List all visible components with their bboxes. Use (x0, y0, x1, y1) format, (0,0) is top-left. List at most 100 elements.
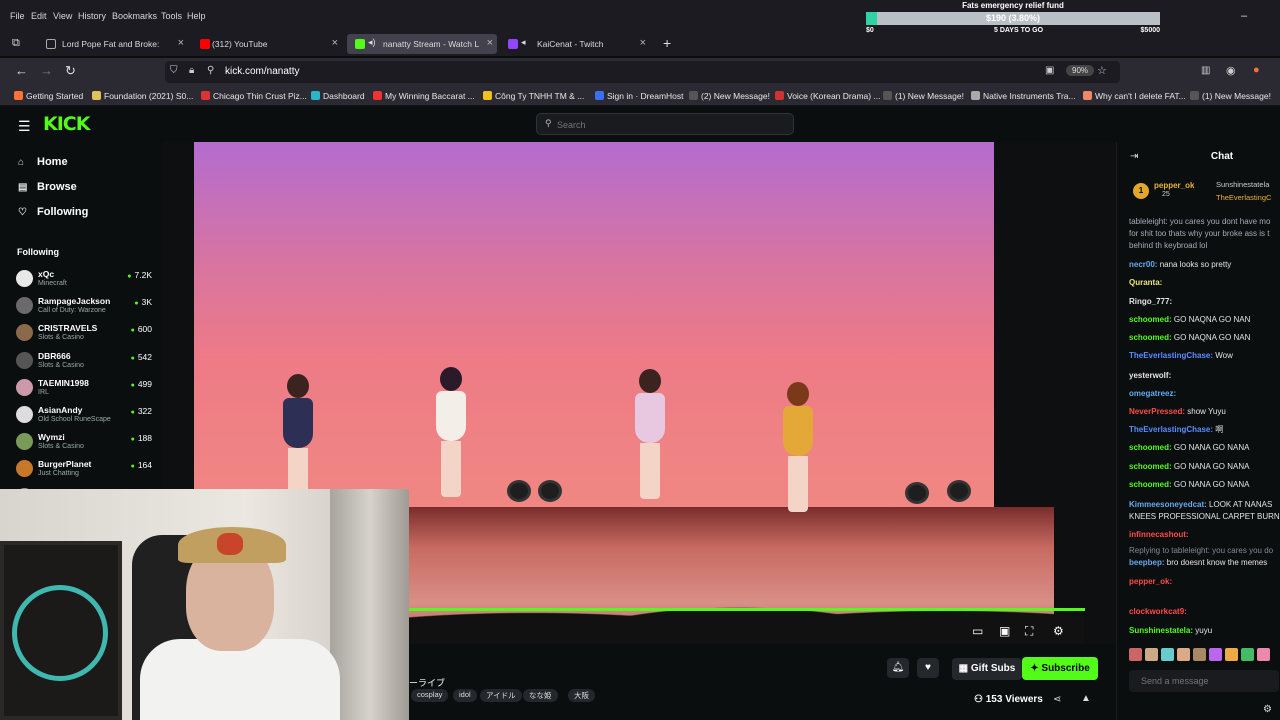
menu-history[interactable]: History (78, 11, 106, 21)
shield-icon[interactable]: ⛉ (170, 65, 178, 76)
followed-channel[interactable]: WymziSlots & Casino 188 (16, 431, 156, 457)
zoom-level[interactable]: 90% (1066, 65, 1095, 76)
followed-channel[interactable]: BurgerPlanetJust Chatting 164 (16, 458, 156, 484)
notification-bell-button[interactable]: 🔔︎ (887, 658, 909, 678)
muted-speaker-icon[interactable]: ◂ (521, 37, 526, 48)
tab-overview-icon[interactable]: ⧉ (12, 37, 20, 50)
new-tab-icon[interactable]: + (663, 35, 671, 51)
chat-username[interactable]: Kimmeesoneyedcat: (1129, 500, 1207, 509)
emote-icon[interactable] (1161, 648, 1174, 661)
clip-icon[interactable]: ▭ (972, 624, 983, 638)
reload-icon[interactable]: ↻ (65, 63, 76, 79)
bookmark-item[interactable]: Why can't I delete FAT... (1083, 91, 1186, 101)
tag-idol-jp[interactable]: アイドル (480, 689, 522, 702)
subscribe-button[interactable]: ✦ Subscribe (1022, 657, 1098, 680)
tab-lord-pope[interactable]: Lord Pope Fat and Broke: Saigo × (38, 34, 188, 54)
report-icon[interactable]: ▲ (1081, 693, 1091, 704)
chat-username[interactable]: Ringo_777: (1129, 297, 1172, 306)
gifter-3-name[interactable]: TheEverlastingC (1216, 193, 1271, 202)
tag-osaka[interactable]: 大阪 (568, 689, 595, 702)
followed-channel[interactable]: AsianAndyOld School RuneScape 322 (16, 404, 156, 430)
chat-username[interactable]: clockworkcat9: (1129, 607, 1187, 616)
nav-browse[interactable]: ▤ Browse (18, 181, 77, 193)
menu-file[interactable]: File (10, 11, 25, 21)
menu-bookmarks[interactable]: Bookmarks (112, 11, 157, 21)
gift-subs-button[interactable]: ▦ Gift Subs (952, 658, 1022, 680)
video-progress-bar[interactable] (409, 608, 1085, 611)
extension-icon[interactable]: ● (1253, 64, 1260, 76)
bookmark-item[interactable]: Voice (Korean Drama) ... (775, 91, 881, 101)
search-box[interactable]: ⚲ (536, 113, 794, 135)
tag-idol[interactable]: idol (453, 689, 477, 702)
share-icon[interactable]: ⋖ (1053, 694, 1061, 705)
emote-icon[interactable] (1225, 648, 1238, 661)
tag-cosplay[interactable]: cosplay (411, 689, 449, 702)
emote-icon[interactable] (1241, 648, 1254, 661)
chat-username[interactable]: beepbep: (1129, 558, 1165, 567)
settings-gear-icon[interactable]: ⚙ (1053, 624, 1064, 638)
chat-username[interactable]: Quranta: (1129, 278, 1162, 287)
chat-username[interactable]: TheEverlastingChase: (1129, 351, 1213, 360)
speaker-icon[interactable]: ◂) (368, 37, 376, 48)
chat-settings-icon[interactable]: ⚙ (1263, 704, 1272, 715)
minimize-icon[interactable]: – (1241, 10, 1247, 22)
close-icon[interactable]: × (332, 37, 338, 49)
chat-username[interactable]: yesterwolf: (1129, 371, 1171, 380)
bookmark-item[interactable]: (1) New Message! (883, 91, 964, 101)
followed-channel[interactable]: DBR666Slots & Casino 542 (16, 350, 156, 376)
close-icon[interactable]: × (487, 37, 493, 49)
tab-nanatty[interactable]: ◂) nanatty Stream - Watch Live × (347, 34, 497, 54)
emote-icon[interactable] (1257, 648, 1270, 661)
nav-following[interactable]: ♡ Following (18, 206, 88, 218)
close-icon[interactable]: × (640, 37, 646, 49)
followed-channel[interactable]: RampageJacksonCall of Duty: Warzone 3K (16, 295, 156, 321)
search-input[interactable] (557, 117, 777, 132)
chat-input[interactable] (1129, 670, 1279, 692)
gifter-2-name[interactable]: Sunshinestatela (1216, 180, 1269, 189)
close-icon[interactable]: × (178, 37, 184, 49)
chat-username[interactable]: schoomed: (1129, 315, 1172, 324)
bookmark-item[interactable]: Chicago Thin Crust Piz... (201, 91, 307, 101)
chat-username[interactable]: TheEverlastingChase: (1129, 425, 1213, 434)
emote-icon[interactable] (1209, 648, 1222, 661)
url-text[interactable]: kick.com/nanatty (225, 66, 299, 77)
chat-username[interactable]: infinnecashout: (1129, 530, 1189, 539)
follow-heart-button[interactable]: ♥ (917, 658, 939, 678)
emote-icon[interactable] (1129, 648, 1142, 661)
emote-icon[interactable] (1193, 648, 1206, 661)
bookmark-item[interactable]: (1) New Message! (1190, 91, 1271, 101)
menu-tools[interactable]: Tools (161, 11, 182, 21)
account-icon[interactable]: ◉ (1226, 64, 1236, 77)
menu-help[interactable]: Help (187, 11, 206, 21)
chat-username[interactable]: omegatreez: (1129, 389, 1176, 398)
emote-icon[interactable] (1177, 648, 1190, 661)
permissions-icon[interactable]: ⚲ (207, 65, 214, 76)
chat-username[interactable]: Sunshinestatela: (1129, 626, 1193, 635)
followed-channel[interactable]: xQcMinecraft 7.2K (16, 268, 156, 294)
followed-channel[interactable]: CRISTRAVELSSlots & Casino 600 (16, 322, 156, 348)
tag-nanahime[interactable]: なな姫 (523, 689, 558, 702)
url-bar[interactable]: ⛉ 🔒︎ ⚲ kick.com/nanatty ▣ 90% ☆ (165, 61, 1120, 83)
chat-username[interactable]: schoomed: (1129, 462, 1172, 471)
chat-username[interactable]: NeverPressed: (1129, 407, 1185, 416)
kick-logo[interactable]: KICK (43, 113, 90, 135)
top-gifter-name[interactable]: pepper_ok (1154, 181, 1194, 190)
nav-home[interactable]: ⌂ Home (18, 156, 68, 168)
tab-kaicenat[interactable]: ◂ KaiCenat - Twitch × (500, 34, 650, 54)
bookmark-item[interactable]: Sign in · DreamHost (595, 91, 684, 101)
bookmark-star-icon[interactable]: ☆ (1097, 64, 1107, 77)
followed-channel[interactable]: TAEMIN1998IRL 499 (16, 377, 156, 403)
bookmark-item[interactable]: Getting Started (14, 91, 83, 101)
bookmark-item[interactable]: Công Ty TNHH TM & ... (483, 91, 584, 101)
menu-edit[interactable]: Edit (31, 11, 47, 21)
bookmark-item[interactable]: My Winning Baccarat ... (373, 91, 475, 101)
hamburger-menu-icon[interactable]: ☰ (18, 118, 31, 135)
bookmark-item[interactable]: Foundation (2021) S0... (92, 91, 193, 101)
emote-icon[interactable] (1145, 648, 1158, 661)
chat-username[interactable]: pepper_ok: (1129, 577, 1172, 586)
back-icon[interactable]: ← (15, 63, 28, 78)
bookmark-item[interactable]: (2) New Message! (689, 91, 770, 101)
lock-icon[interactable]: 🔒︎ (189, 65, 194, 76)
forward-icon[interactable]: → (40, 63, 53, 78)
chat-username[interactable]: schoomed: (1129, 480, 1172, 489)
